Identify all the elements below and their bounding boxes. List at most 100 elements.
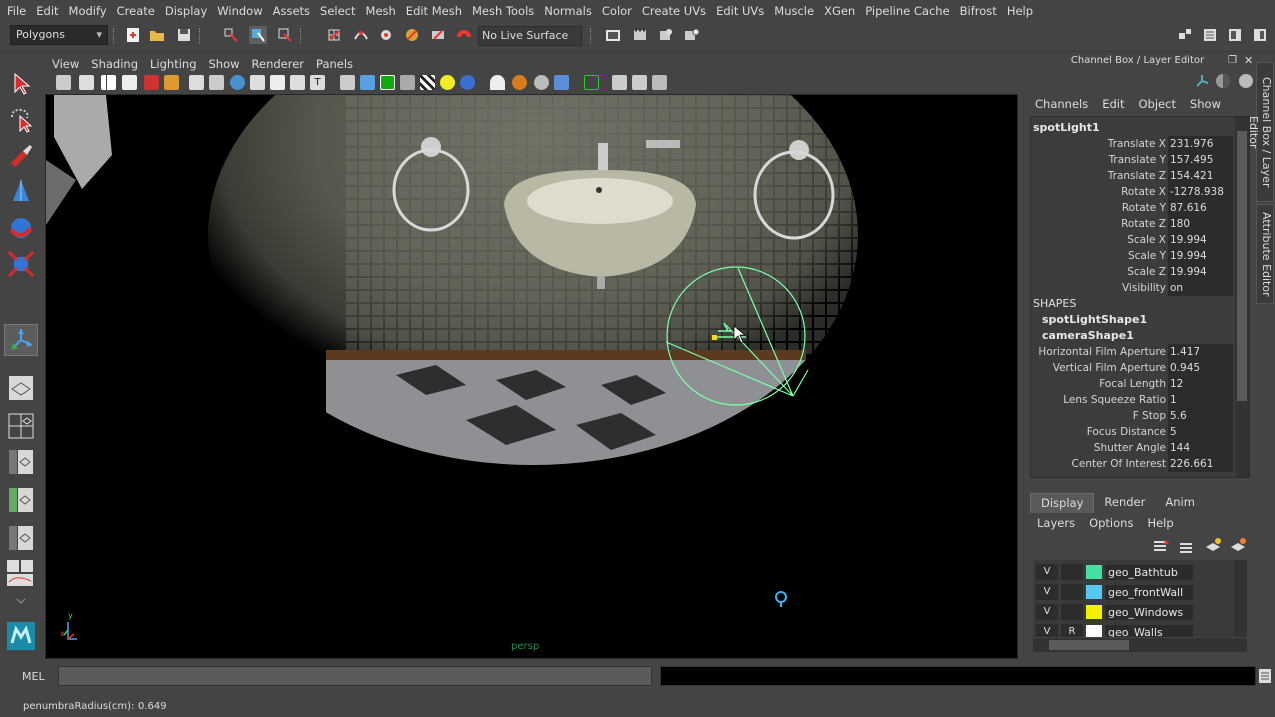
- snap-point-icon[interactable]: [377, 26, 395, 44]
- safe-action-icon[interactable]: [652, 75, 667, 90]
- move-tool-icon[interactable]: [4, 176, 38, 208]
- channel-row[interactable]: Focal Length 12: [1031, 376, 1235, 392]
- le-menu-layers[interactable]: Layers: [1030, 516, 1082, 532]
- menu-bifrost[interactable]: Bifrost: [955, 4, 1002, 18]
- cb-menu-edit[interactable]: Edit: [1095, 97, 1131, 113]
- xray-components-icon[interactable]: [400, 75, 415, 90]
- snap-view-plane-icon[interactable]: [403, 26, 421, 44]
- channel-box-side-tab[interactable]: Channel Box / Layer Editor: [1247, 62, 1274, 202]
- film-gate-icon[interactable]: [209, 75, 224, 90]
- object-name[interactable]: spotLight1: [1033, 120, 1100, 136]
- menu-color[interactable]: Color: [597, 4, 637, 18]
- grease-pencil-icon[interactable]: [164, 75, 179, 90]
- attribute-editor-toggle-icon[interactable]: [1201, 26, 1219, 44]
- single-perspective-layout-icon[interactable]: [4, 372, 38, 404]
- float-panel-icon[interactable]: ❐: [1228, 55, 1237, 66]
- channel-row[interactable]: Scale Y 19.994: [1031, 248, 1235, 264]
- menu-normals[interactable]: Normals: [539, 4, 597, 18]
- shadows-icon[interactable]: [460, 75, 475, 90]
- layer-display-type-toggle[interactable]: [1061, 564, 1083, 580]
- layer-color-swatch[interactable]: [1086, 605, 1102, 619]
- snap-live-icon[interactable]: [429, 26, 447, 44]
- channel-value[interactable]: 1: [1168, 392, 1233, 408]
- paint-select-tool-icon[interactable]: [4, 140, 38, 172]
- layer-list-hscrollbar[interactable]: [1033, 638, 1247, 652]
- camera-attributes-icon[interactable]: [79, 75, 94, 90]
- gate-mask-icon[interactable]: [612, 75, 627, 90]
- menu-create-uvs[interactable]: Create UVs: [637, 4, 711, 18]
- select-component-icon[interactable]: [276, 26, 294, 44]
- menu-select[interactable]: Select: [315, 4, 360, 18]
- layer-name[interactable]: geo_Walls: [1105, 624, 1193, 637]
- wireframe-on-shaded-icon[interactable]: [270, 75, 285, 90]
- magnet-icon[interactable]: [455, 26, 473, 44]
- layer-move-up-icon[interactable]: [1152, 538, 1170, 557]
- modeling-toolkit-icon[interactable]: [1176, 26, 1194, 44]
- le-menu-options[interactable]: Options: [1082, 516, 1140, 532]
- attribute-editor-side-tab[interactable]: Attribute Editor: [1256, 204, 1274, 304]
- open-scene-icon[interactable]: [148, 26, 166, 44]
- channel-row[interactable]: Scale Z 19.994: [1031, 264, 1235, 280]
- channel-value[interactable]: 1.417: [1168, 344, 1233, 360]
- persp-graph-layout-icon[interactable]: [4, 484, 38, 516]
- command-input[interactable]: [58, 666, 652, 686]
- xray-joints-icon[interactable]: [380, 75, 395, 90]
- channel-row[interactable]: Rotate X -1278.938: [1031, 184, 1235, 200]
- vp-menu-lighting[interactable]: Lighting: [144, 57, 202, 71]
- toolbox-expand-icon[interactable]: [4, 594, 38, 608]
- menu-xgen[interactable]: XGen: [819, 4, 860, 18]
- render-view-icon[interactable]: [604, 26, 622, 44]
- graph-editor-layout-icon[interactable]: [4, 558, 38, 590]
- layer-row[interactable]: V geo_frontWall: [1033, 582, 1233, 602]
- isolate-select-icon[interactable]: [340, 75, 355, 90]
- select-object-icon[interactable]: [249, 26, 267, 44]
- layer-name[interactable]: geo_Bathtub: [1105, 564, 1193, 580]
- channel-box-scrollbar[interactable]: [1235, 117, 1249, 477]
- wireframe-shading-icon[interactable]: [230, 75, 245, 90]
- new-layer-icon[interactable]: [1204, 537, 1222, 556]
- snap-grid-icon[interactable]: [325, 26, 343, 44]
- anti-aliasing-icon[interactable]: [534, 75, 549, 90]
- ipr-render-icon[interactable]: [657, 26, 675, 44]
- layer-row[interactable]: V geo_Bathtub: [1033, 562, 1233, 582]
- menu-file[interactable]: File: [2, 4, 31, 18]
- channel-row[interactable]: Horizontal Film Aperture 1.417: [1031, 344, 1235, 360]
- select-camera-icon[interactable]: [56, 75, 71, 90]
- channel-row[interactable]: F Stop 5.6: [1031, 408, 1235, 424]
- channel-value[interactable]: 19.994: [1168, 264, 1233, 280]
- script-editor-icon[interactable]: [1258, 668, 1272, 687]
- grid-toggle-icon[interactable]: [189, 75, 204, 90]
- two-d-pan-zoom-icon[interactable]: [144, 75, 159, 90]
- layer-list-scrollbar[interactable]: [1234, 560, 1247, 637]
- maya-logo-icon[interactable]: [4, 620, 38, 652]
- channel-row[interactable]: Translate X 231.976: [1031, 136, 1235, 152]
- channel-value[interactable]: 12: [1168, 376, 1233, 392]
- cb-menu-object[interactable]: Object: [1132, 97, 1183, 113]
- menu-pipeline-cache[interactable]: Pipeline Cache: [860, 4, 954, 18]
- use-lights-icon[interactable]: T: [310, 75, 325, 90]
- menu-muscle[interactable]: Muscle: [769, 4, 819, 18]
- menu-assets[interactable]: Assets: [268, 4, 315, 18]
- vp-menu-view[interactable]: View: [46, 57, 85, 71]
- channel-row[interactable]: Translate Y 157.495: [1031, 152, 1235, 168]
- menu-set-dropdown[interactable]: Polygons: [10, 25, 108, 45]
- render-settings-icon[interactable]: [683, 26, 701, 44]
- select-tool-icon[interactable]: [4, 68, 38, 100]
- cb-menu-channels[interactable]: Channels: [1028, 97, 1095, 113]
- menu-modify[interactable]: Modify: [64, 4, 112, 18]
- persp-hypershade-layout-icon[interactable]: [4, 522, 38, 554]
- layer-color-swatch[interactable]: [1086, 625, 1102, 637]
- channel-value[interactable]: 87.616: [1168, 200, 1233, 216]
- layer-row[interactable]: V R geo_Walls: [1033, 622, 1233, 637]
- script-language-label[interactable]: MEL: [22, 670, 45, 683]
- channel-value[interactable]: 226.661: [1168, 456, 1233, 472]
- channel-row[interactable]: Center Of Interest 226.661: [1031, 456, 1235, 472]
- tab-display[interactable]: Display: [1030, 493, 1095, 513]
- scrollbar-thumb[interactable]: [1049, 640, 1129, 650]
- channel-value[interactable]: on: [1168, 280, 1233, 296]
- bookmarks-icon[interactable]: [101, 75, 116, 90]
- shape-name[interactable]: cameraShape1: [1042, 328, 1134, 344]
- snap-curve-icon[interactable]: [352, 26, 370, 44]
- tab-render[interactable]: Render: [1094, 493, 1155, 513]
- channel-row[interactable]: Lens Squeeze Ratio 1: [1031, 392, 1235, 408]
